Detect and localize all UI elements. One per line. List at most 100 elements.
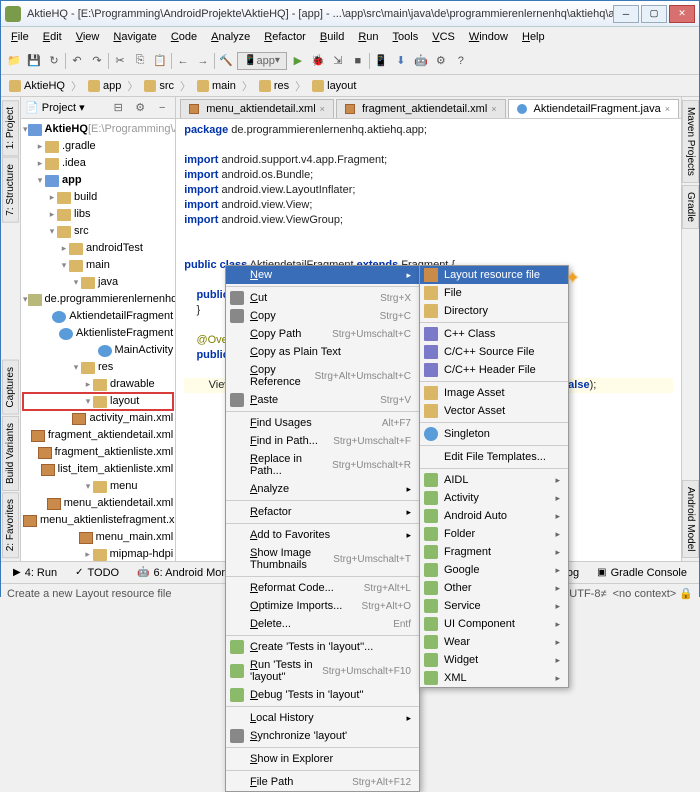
crumb-app[interactable]: app xyxy=(84,79,125,93)
new-android-auto[interactable]: Android Auto▸ xyxy=(420,507,568,525)
ctx-file-path[interactable]: File PathStrg+Alt+F12 xyxy=(226,773,419,791)
tree-list_item_aktienliste.xml[interactable]: list_item_aktienliste.xml xyxy=(23,461,173,478)
ctx-analyze[interactable]: Analyze▸ xyxy=(226,480,419,498)
cut-icon[interactable]: ✂ xyxy=(111,52,129,70)
close-tab-icon[interactable]: × xyxy=(665,104,670,114)
menu-vcs[interactable]: VCS xyxy=(426,29,461,45)
menu-edit[interactable]: Edit xyxy=(37,29,68,45)
avd-icon[interactable]: 📱 xyxy=(372,52,390,70)
ctx-show-in-explorer[interactable]: Show in Explorer xyxy=(226,750,419,768)
ctx-find-usages[interactable]: Find UsagesAlt+F7 xyxy=(226,414,419,432)
crumb-layout[interactable]: layout xyxy=(308,79,360,93)
forward-icon[interactable]: → xyxy=(194,52,212,70)
tree-menu_main.xml[interactable]: menu_main.xml xyxy=(23,529,173,546)
new-c-class[interactable]: C++ Class xyxy=(420,325,568,343)
back-icon[interactable]: ← xyxy=(174,52,192,70)
tree-fragment_aktiendetail.xml[interactable]: fragment_aktiendetail.xml xyxy=(23,427,173,444)
tab-captures[interactable]: Captures xyxy=(2,360,19,415)
tree-build[interactable]: ▸build xyxy=(23,189,173,206)
crumb-main[interactable]: main xyxy=(193,79,240,93)
menu-help[interactable]: Help xyxy=(516,29,551,45)
crumb-res[interactable]: res xyxy=(255,79,293,93)
new-service[interactable]: Service▸ xyxy=(420,597,568,615)
new-layout-resource-file[interactable]: Layout resource file xyxy=(420,266,568,284)
tree-layout[interactable]: ▾layout xyxy=(23,393,173,410)
new-vector-asset[interactable]: Vector Asset xyxy=(420,402,568,420)
new-c-c-header-file[interactable]: C/C++ Header File xyxy=(420,361,568,379)
tree-menu_aktienlistefragment.xml[interactable]: menu_aktienlistefragment.xml xyxy=(23,512,173,529)
ctx-debug-tests-in-layout-[interactable]: Debug 'Tests in 'layout'' xyxy=(226,686,419,704)
new-widget[interactable]: Widget▸ xyxy=(420,651,568,669)
ctx-replace-in-path-[interactable]: Replace in Path...Strg+Umschalt+R xyxy=(226,450,419,480)
crumb-src[interactable]: src xyxy=(140,79,178,93)
tree-AktienlisteFragment[interactable]: AktienlisteFragment xyxy=(23,325,173,342)
project-view-selector[interactable]: 📄 Project ▾ xyxy=(25,101,85,114)
close-tab-icon[interactable]: × xyxy=(320,104,325,114)
tree-.idea[interactable]: ▸.idea xyxy=(23,155,173,172)
ctx-new[interactable]: New▸ xyxy=(226,266,419,284)
tree-de.programmierenlernenhq.aktiehq.app[interactable]: ▾de.programmierenlernenhq.aktiehq.app xyxy=(23,291,173,308)
maximize-button[interactable]: ▢ xyxy=(641,5,667,23)
open-icon[interactable]: 📁 xyxy=(5,52,23,70)
tree-.gradle[interactable]: ▸.gradle xyxy=(23,138,173,155)
new-other[interactable]: Other▸ xyxy=(420,579,568,597)
gear-icon[interactable]: ⚙ xyxy=(131,99,149,117)
menu-file[interactable]: File xyxy=(5,29,35,45)
crumb-AktieHQ[interactable]: AktieHQ xyxy=(5,79,69,93)
ctx-copy-reference[interactable]: Copy ReferenceStrg+Alt+Umschalt+C xyxy=(226,361,419,391)
ctx-add-to-favorites[interactable]: Add to Favorites▸ xyxy=(226,526,419,544)
menu-code[interactable]: Code xyxy=(165,29,203,45)
hide-icon[interactable]: − xyxy=(153,99,171,117)
menu-refactor[interactable]: Refactor xyxy=(258,29,312,45)
tab-gradle[interactable]: Gradle xyxy=(682,185,699,229)
ctx-optimize-imports-[interactable]: Optimize Imports...Strg+Alt+O xyxy=(226,597,419,615)
new-c-c-source-file[interactable]: C/C++ Source File xyxy=(420,343,568,361)
tab-gradle-console[interactable]: ▣ Gradle Console xyxy=(589,565,695,581)
sync-icon[interactable]: ↻ xyxy=(45,52,63,70)
ctx-cut[interactable]: CutStrg+X xyxy=(226,289,419,307)
tree-src[interactable]: ▾src xyxy=(23,223,173,240)
editor-tab[interactable]: menu_aktiendetail.xml× xyxy=(180,99,334,118)
close-button[interactable]: ✕ xyxy=(669,5,695,23)
debug-icon[interactable]: 🐞 xyxy=(309,52,327,70)
editor-tab[interactable]: fragment_aktiendetail.xml× xyxy=(336,99,506,118)
new-folder[interactable]: Folder▸ xyxy=(420,525,568,543)
ctx-show-image-thumbnails[interactable]: Show Image ThumbnailsStrg+Umschalt+T xyxy=(226,544,419,574)
tree-libs[interactable]: ▸libs xyxy=(23,206,173,223)
new-xml[interactable]: XML▸ xyxy=(420,669,568,687)
menu-window[interactable]: Window xyxy=(463,29,514,45)
tree-main[interactable]: ▾main xyxy=(23,257,173,274)
new-wear[interactable]: Wear▸ xyxy=(420,633,568,651)
new-fragment[interactable]: Fragment▸ xyxy=(420,543,568,561)
collapse-icon[interactable]: ⊟ xyxy=(109,99,127,117)
redo-icon[interactable]: ↷ xyxy=(88,52,106,70)
new-google[interactable]: Google▸ xyxy=(420,561,568,579)
tree-app[interactable]: ▾app xyxy=(23,172,173,189)
close-tab-icon[interactable]: × xyxy=(491,104,496,114)
ctx-paste[interactable]: PasteStrg+V xyxy=(226,391,419,409)
ctx-refactor[interactable]: Refactor▸ xyxy=(226,503,419,521)
new-singleton[interactable]: Singleton xyxy=(420,425,568,443)
tree-menu[interactable]: ▾menu xyxy=(23,478,173,495)
run-config-selector[interactable]: 📱 app ▾ xyxy=(237,52,287,70)
menu-analyze[interactable]: Analyze xyxy=(205,29,256,45)
tab-project[interactable]: 1: Project xyxy=(2,100,19,156)
settings-icon[interactable]: ⚙ xyxy=(432,52,450,70)
new-edit-file-templates-[interactable]: Edit File Templates... xyxy=(420,448,568,466)
editor-tab[interactable]: AktiendetailFragment.java× xyxy=(508,99,679,118)
tree-drawable[interactable]: ▸drawable xyxy=(23,376,173,393)
new-aidl[interactable]: AIDL▸ xyxy=(420,471,568,489)
tree-menu_aktiendetail.xml[interactable]: menu_aktiendetail.xml xyxy=(23,495,173,512)
make-icon[interactable]: 🔨 xyxy=(217,52,235,70)
help-icon[interactable]: ? xyxy=(452,52,470,70)
tab-android-model[interactable]: Android Model xyxy=(682,480,699,558)
copy-icon[interactable]: ⎘ xyxy=(131,52,149,70)
ctx-local-history[interactable]: Local History▸ xyxy=(226,709,419,727)
tab-run[interactable]: ▶ 4: Run xyxy=(5,565,65,581)
menu-run[interactable]: Run xyxy=(352,29,384,45)
tree-mipmap-hdpi[interactable]: ▸mipmap-hdpi xyxy=(23,546,173,561)
tree-activity_main.xml[interactable]: activity_main.xml xyxy=(23,410,173,427)
ctx-delete-[interactable]: Delete...Entf xyxy=(226,615,419,633)
menu-tools[interactable]: Tools xyxy=(387,29,425,45)
new-directory[interactable]: Directory xyxy=(420,302,568,320)
